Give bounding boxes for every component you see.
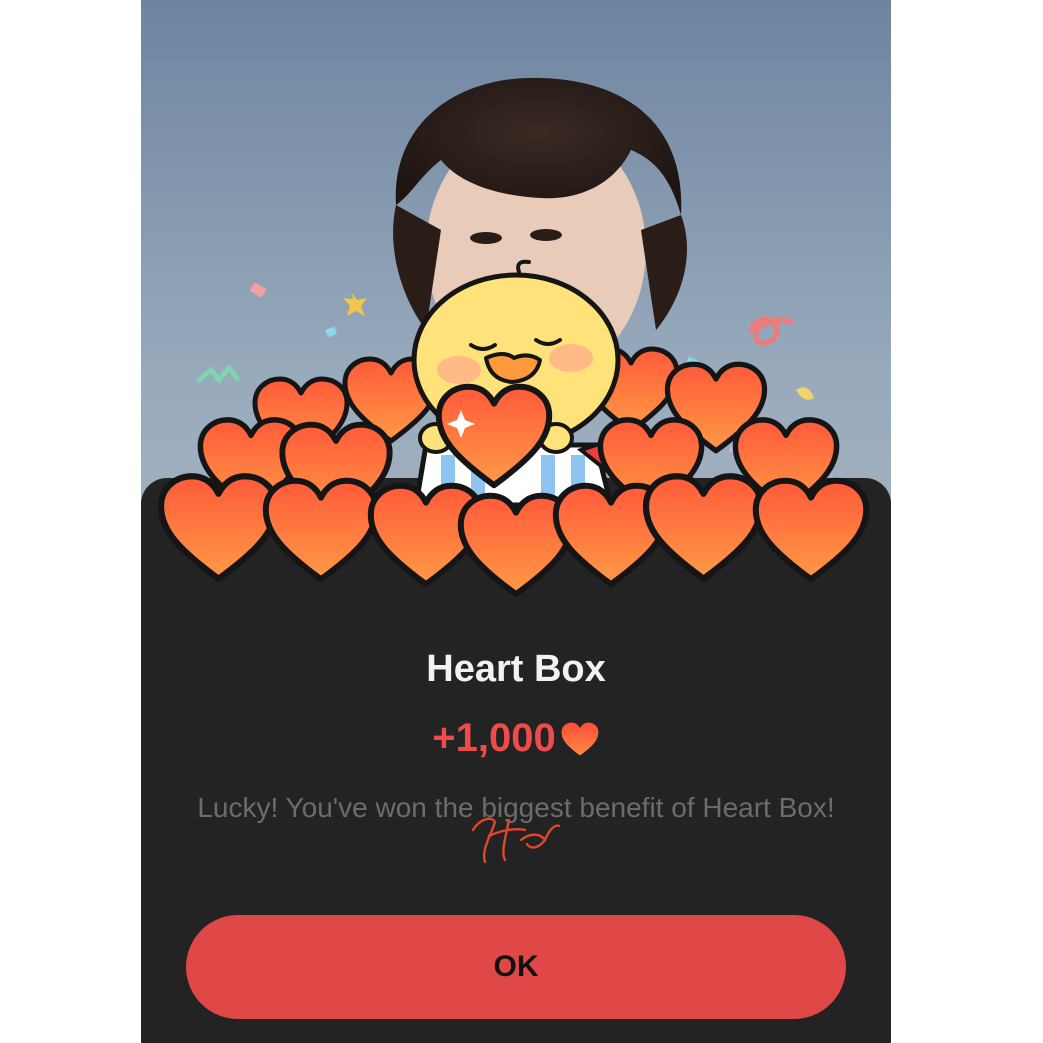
reward-amount-row: +1,000 [141,716,891,761]
ok-button[interactable]: OK [186,915,846,1019]
reward-amount: +1,000 [432,716,556,760]
dialog-title: Heart Box [426,648,606,690]
heart-icon [561,722,599,755]
handwritten-signature [471,817,561,864]
app-screen: Heart Box +1,000 Lucky! You've won the b… [141,0,891,1043]
heart-box-illustration [141,259,891,620]
